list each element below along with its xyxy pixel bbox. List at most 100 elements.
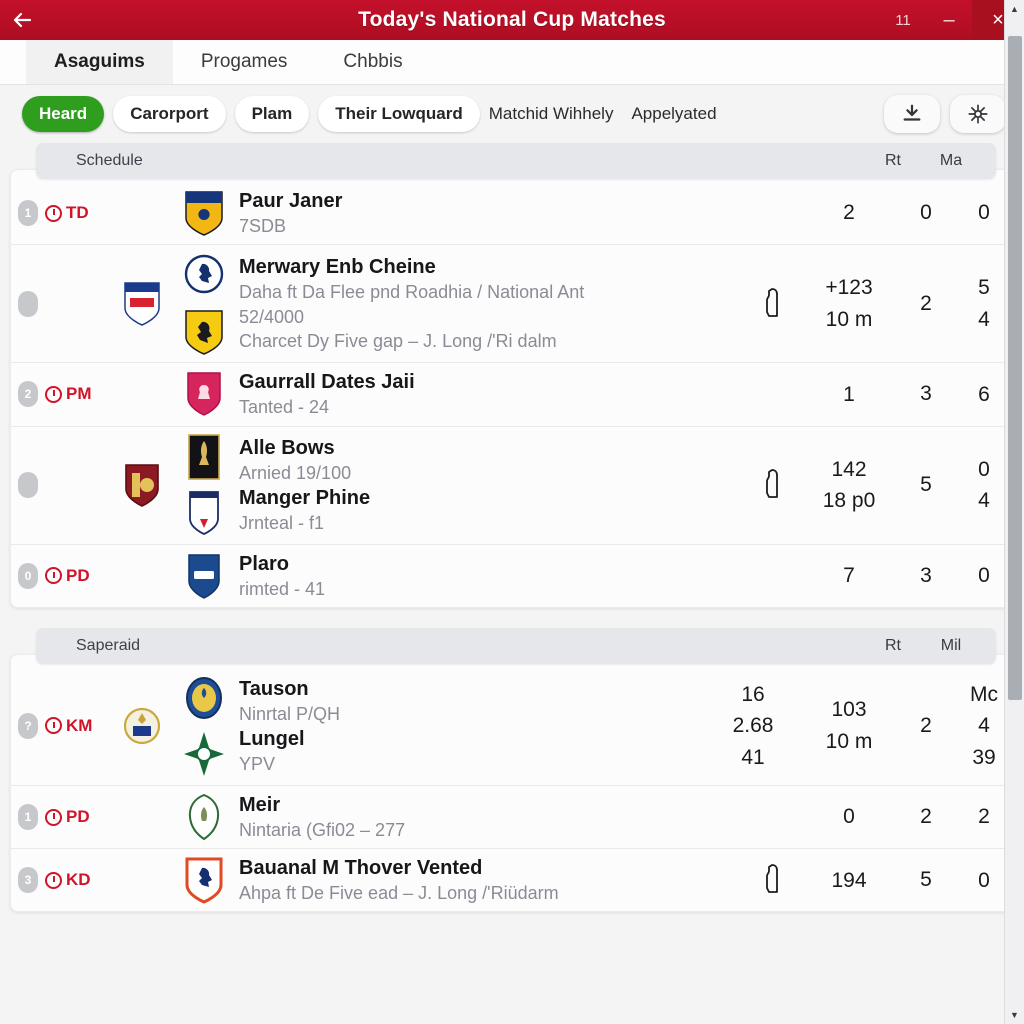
team-subtitle: rimted - 41: [239, 578, 326, 599]
team-name: Meir: [239, 793, 281, 816]
section-body: ? KM Tauson Ninrtal P/QH Lungel YPV 16 2…: [10, 653, 1014, 913]
row-status: 1: [11, 804, 45, 831]
section-header: Saperaid Rt Mil: [36, 627, 996, 664]
team-name: Alle Bows: [239, 436, 335, 459]
table-row[interactable]: 2 PM Gaurrall Dates Jaii Tanted - 24 1 3…: [11, 362, 1013, 425]
trophy-bottle-icon: [766, 864, 778, 894]
clock-icon: [45, 385, 62, 403]
team-crest-icon: [182, 252, 226, 300]
row-value-1: 7: [843, 563, 855, 587]
status-badge: 1: [18, 200, 38, 227]
scroll-up-arrow-icon[interactable]: ▲: [1005, 0, 1024, 18]
status-badge: 1: [18, 804, 38, 831]
filter-chip-plam[interactable]: Plam: [234, 96, 310, 132]
time-label: KM: [66, 715, 93, 735]
row-names: Paur Janer 7SDB: [235, 188, 743, 238]
row-value-2a: 103: [831, 698, 867, 722]
app-window: Today's National Cup Matches 11 – × Asag…: [0, 0, 1024, 1024]
settings-gear-icon: [968, 104, 988, 124]
section-col-rt: Rt: [885, 152, 901, 169]
download-button[interactable]: [884, 95, 940, 133]
row-time: KD: [45, 870, 111, 890]
filter-text-appelyated[interactable]: Appelyated: [631, 104, 716, 124]
team-subtitle: 7SDB: [239, 216, 287, 236]
row-status: 2: [11, 381, 45, 408]
row-time: PD: [45, 566, 111, 586]
section-col-mil: Mil: [940, 636, 962, 654]
table-row[interactable]: 0 PD Plaro rimted - 41 7 3 0: [11, 543, 1013, 607]
status-badge: [18, 290, 38, 317]
tab-progames[interactable]: Progames: [173, 40, 316, 84]
back-arrow-icon: [13, 12, 32, 28]
row-crest: [173, 793, 235, 841]
filter-chip-their-lowquard[interactable]: Their Lowquard: [318, 96, 480, 132]
team-name-2: Lungel: [239, 727, 305, 750]
row-crest: [173, 370, 235, 418]
team-subtitle: Arnied 19/100: [239, 462, 352, 483]
scroll-down-arrow-icon[interactable]: ▼: [1005, 1006, 1024, 1024]
team-subtitle-3: Charcet Dy Five gap – J. Long /'Ri dalm: [239, 330, 557, 351]
filter-chip-carorport[interactable]: Carorport: [113, 96, 226, 132]
section-saperaid: Saperaid Rt Mil ? KM Tauson Ninrtal P/QH…: [10, 627, 1014, 913]
row-value-2: 5: [920, 868, 932, 892]
clock-icon: [45, 871, 62, 889]
row-names: Plaro rimted - 41: [235, 551, 743, 601]
filter-chip-heard[interactable]: Heard: [22, 96, 105, 132]
status-badge: ?: [18, 712, 38, 739]
tab-chbbis[interactable]: Chbbis: [315, 40, 430, 84]
row-value-1: 2: [843, 201, 855, 225]
row-crest: [173, 189, 235, 237]
row-value-1a: 16: [741, 682, 765, 706]
team-subtitle-2: 52/4000: [239, 306, 305, 327]
row-value-1b: 18 p0: [822, 489, 876, 513]
clock-icon: [45, 717, 62, 735]
section-title: Schedule: [76, 152, 143, 169]
row-value-2: 2: [920, 805, 932, 829]
back-button[interactable]: [0, 0, 44, 40]
clock-icon: [45, 808, 62, 826]
vertical-scrollbar[interactable]: ▲ ▼: [1004, 0, 1024, 1024]
table-row[interactable]: ? KM Tauson Ninrtal P/QH Lungel YPV 16 2…: [11, 667, 1013, 785]
filter-text-matchid-wihhely[interactable]: Matchid Wihhely: [489, 104, 614, 124]
table-row[interactable]: Alle Bows Arnied 19/100 Manger Phine Jrn…: [11, 425, 1013, 544]
row-value-1: 142 18 p0: [801, 454, 897, 517]
team-crest-icon: [182, 370, 226, 418]
team-crest-icon: [182, 308, 226, 356]
team-subtitle-2: Jrnteal - f1: [239, 513, 325, 534]
row-value-2b: 10 m: [825, 729, 873, 753]
team-subtitle: Ahpa ft De Five ead – J. Long /'Riüdarm: [239, 883, 559, 904]
window-controls: 11 – ×: [880, 0, 1024, 40]
team-name: Tauson: [239, 677, 309, 700]
row-extra-crest: [111, 280, 173, 328]
table-row[interactable]: 1 PD Meir Nintaria (Gfi02 – 277 0 2 2: [11, 784, 1013, 848]
section-schedule: Schedule Rt Ma 1 TD Paur Janer 7SDB 2 0 …: [10, 143, 1014, 608]
row-names: Tauson Ninrtal P/QH Lungel YPV: [235, 676, 705, 777]
row-status: [11, 290, 45, 317]
row-value-2: 0: [920, 201, 932, 225]
restore-button[interactable]: 11: [880, 0, 926, 40]
status-badge: [18, 472, 38, 499]
tab-asaguims[interactable]: Asaguims: [26, 40, 173, 84]
row-value-2: 103 10 m: [801, 694, 897, 757]
table-row[interactable]: Merwary Enb Cheine Daha ft Da Flee pnd R…: [11, 244, 1013, 362]
scrollbar-thumb[interactable]: [1008, 36, 1022, 700]
row-extra-crest: [111, 461, 173, 509]
tab-label: Chbbis: [343, 51, 403, 72]
row-icon-slot: [743, 287, 801, 321]
row-extra-crest: [111, 702, 173, 750]
table-row[interactable]: 3 KD Bauanal M Thover Vented Ahpa ft De …: [11, 848, 1013, 911]
status-badge: 0: [18, 562, 38, 589]
table-row[interactable]: 1 TD Paur Janer 7SDB 2 0 0: [11, 182, 1013, 244]
status-badge: 3: [18, 867, 38, 894]
settings-button[interactable]: [950, 95, 1006, 133]
tab-bar: Asaguims Progames Chbbis: [0, 40, 1024, 85]
time-label: PD: [66, 807, 90, 827]
row-icon-slot: [743, 468, 801, 502]
row-status: [11, 472, 45, 499]
row-names: Merwary Enb Cheine Daha ft Da Flee pnd R…: [235, 254, 743, 353]
page-title: Today's National Cup Matches: [358, 8, 666, 31]
team-crest-icon: [182, 856, 226, 904]
time-label: TD: [66, 203, 89, 223]
row-value-2: 5: [920, 473, 932, 497]
minimize-button[interactable]: –: [926, 0, 972, 40]
